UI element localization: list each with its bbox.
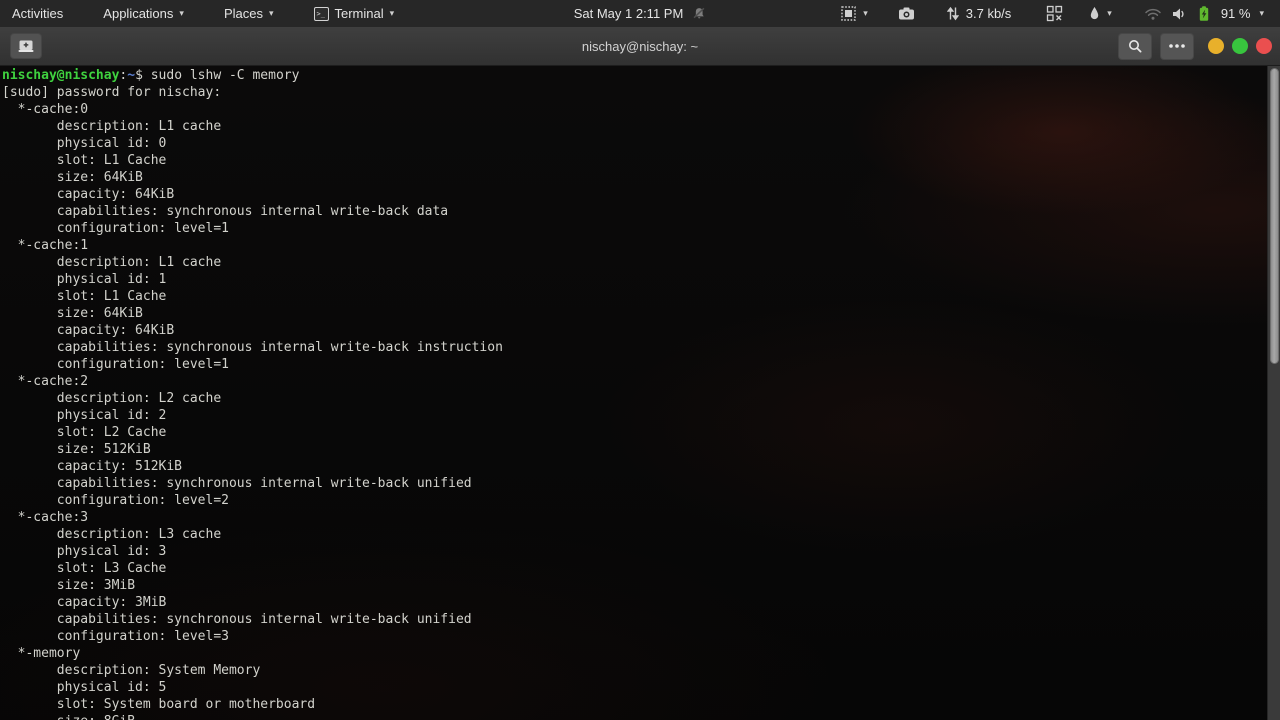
menu-dots-icon — [1168, 43, 1186, 49]
terminal-output-line: physical id: 0 — [2, 136, 167, 151]
terminal-output-line: capabilities: synchronous internal write… — [2, 204, 449, 219]
prompt-line: nischay@nischay:~$ sudo lshw -C memory — [2, 67, 1266, 84]
network-speed-indicator[interactable]: 3.7 kb/s — [939, 0, 1020, 27]
terminal-output-line: configuration: level=3 — [2, 629, 229, 644]
terminal-output-line: *-cache:0 — [2, 102, 89, 117]
terminal-output-line: size: 64KiB — [2, 306, 143, 321]
app-grid-button[interactable] — [1037, 0, 1072, 27]
terminal-output-line: slot: L1 Cache — [2, 289, 167, 304]
top-bar-left: Activities Applications ▾ Places ▾ >_ Te… — [0, 0, 422, 27]
top-bar-right: ▾ 3.7 kb/s ▾ 91 % ▾ — [832, 0, 1280, 27]
network-arrows-icon — [946, 6, 959, 21]
terminal-output-line: description: L3 cache — [2, 527, 222, 542]
search-icon — [1127, 38, 1143, 54]
terminal-output-line: capacity: 3MiB — [2, 595, 167, 610]
terminal-output-line: size: 512KiB — [2, 442, 151, 457]
terminal-output-line: description: L1 cache — [2, 119, 222, 134]
camera-icon — [898, 6, 915, 21]
terminal-output-line: slot: L2 Cache — [2, 425, 167, 440]
terminal-output-line: slot: System board or motherboard — [2, 697, 316, 712]
terminal-output-line: [sudo] password for nischay: — [2, 85, 229, 100]
clock-label: Sat May 1 2:11 PM — [573, 6, 684, 21]
battery-charging-icon — [1196, 5, 1212, 22]
terminal-output-line: capacity: 64KiB — [2, 323, 175, 338]
terminal-output-line: description: L1 cache — [2, 255, 222, 270]
command-text: sudo lshw -C memory — [150, 68, 300, 83]
terminal-output-line: configuration: level=2 — [2, 493, 229, 508]
terminal-output-line: capabilities: synchronous internal write… — [2, 612, 472, 627]
terminal-output-line: physical id: 3 — [2, 544, 167, 559]
chevron-down-icon: ▾ — [863, 8, 868, 18]
maximize-button[interactable] — [1232, 38, 1248, 54]
terminal-output-line: configuration: level=1 — [2, 357, 229, 372]
terminal-output-line: capacity: 512KiB — [2, 459, 183, 474]
clock-button[interactable]: Sat May 1 2:11 PM — [564, 0, 717, 27]
chevron-down-icon: ▾ — [1259, 8, 1264, 18]
gnome-top-bar: Activities Applications ▾ Places ▾ >_ Te… — [0, 0, 1280, 27]
terminal-output-line: *-memory — [2, 646, 81, 661]
terminal-output-line: physical id: 2 — [2, 408, 167, 423]
prompt-symbol: $ — [135, 68, 151, 83]
terminal-output-line: *-cache:2 — [2, 374, 89, 389]
terminal-output-line: physical id: 1 — [2, 272, 167, 287]
menu-button[interactable] — [1160, 32, 1194, 60]
terminal-icon: >_ — [313, 6, 329, 21]
applications-menu[interactable]: Applications ▾ — [91, 0, 196, 27]
chevron-down-icon: ▾ — [268, 8, 274, 18]
terminal-output-line: slot: L1 Cache — [2, 153, 167, 168]
new-terminal-button[interactable] — [10, 33, 42, 59]
terminal-output-line: size: 8GiB — [2, 713, 1266, 720]
search-button[interactable] — [1118, 32, 1152, 60]
prompt-user-host: nischay@nischay — [2, 68, 120, 83]
terminal-output-line: *-cache:3 — [2, 510, 89, 525]
terminal-output: nischay@nischay:~$ sudo lshw -C memory [… — [2, 67, 1266, 720]
activities-label: Activities — [12, 6, 64, 21]
window-controls — [1118, 32, 1272, 60]
app-menu-label: Terminal — [334, 6, 384, 21]
terminal-output-line: size: 3MiB — [2, 578, 136, 593]
new-terminal-icon — [18, 39, 34, 53]
applications-label: Applications — [103, 6, 174, 21]
wifi-icon — [1144, 7, 1162, 21]
terminal-output-line: capabilities: synchronous internal write… — [2, 476, 472, 491]
close-button[interactable] — [1256, 38, 1272, 54]
activities-button[interactable]: Activities — [0, 0, 75, 27]
chevron-down-icon: ▾ — [179, 8, 184, 18]
terminal-window[interactable]: nischay@nischay:~$ sudo lshw -C memory [… — [0, 66, 1280, 720]
system-status-menu[interactable]: 91 % ▾ — [1140, 0, 1268, 27]
bell-muted-icon — [691, 6, 706, 21]
chevron-down-icon: ▾ — [389, 8, 395, 18]
terminal-output-line: size: 64KiB — [2, 170, 143, 185]
window-title: nischay@nischay: ~ — [581, 38, 699, 54]
terminal-output-line: *-cache:1 — [2, 238, 89, 253]
terminal-output-line: description: L2 cache — [2, 391, 222, 406]
app-grid-icon — [1045, 4, 1064, 23]
terminal-output-line: configuration: level=1 — [2, 221, 229, 236]
terminal-output-line: capacity: 64KiB — [2, 187, 175, 202]
screenshot-button[interactable] — [890, 0, 923, 27]
terminal-output-line: capabilities: synchronous internal write… — [2, 340, 503, 355]
terminal-output-lines: [sudo] password for nischay: *-cache:0 d… — [2, 84, 1266, 720]
scrollbar-thumb[interactable] — [1270, 68, 1279, 364]
terminal-output-line: description: System Memory — [2, 663, 261, 678]
terminal-output-line: physical id: 5 — [2, 680, 167, 695]
terminal-title-bar[interactable]: nischay@nischay: ~ — [0, 27, 1280, 66]
speaker-icon — [1171, 7, 1187, 21]
terminal-scrollbar[interactable] — [1267, 66, 1280, 720]
droplet-icon — [1088, 6, 1101, 21]
battery-percent-label: 91 % — [1220, 6, 1251, 21]
network-speed-label: 3.7 kb/s — [965, 6, 1012, 21]
terminal-output-line: slot: L3 Cache — [2, 561, 167, 576]
droplet-menu[interactable]: ▾ — [1080, 0, 1120, 27]
desktop: Activities Applications ▾ Places ▾ >_ Te… — [0, 0, 1280, 720]
places-menu[interactable]: Places ▾ — [212, 0, 286, 27]
chip-menu[interactable]: ▾ — [832, 0, 876, 27]
app-menu-terminal[interactable]: >_ Terminal ▾ — [302, 0, 407, 27]
minimize-button[interactable] — [1208, 38, 1224, 54]
places-label: Places — [223, 6, 263, 21]
chevron-down-icon: ▾ — [1107, 8, 1112, 18]
prompt-path: ~ — [127, 68, 136, 83]
chip-icon — [840, 5, 857, 22]
